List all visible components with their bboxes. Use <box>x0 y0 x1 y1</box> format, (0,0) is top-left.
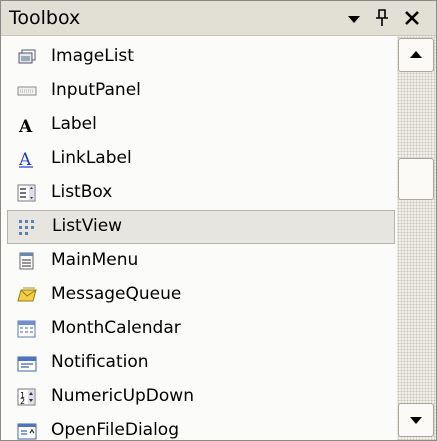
toolbox-titlebar: Toolbox <box>1 1 436 36</box>
list-item-notification[interactable]: Notification <box>1 346 395 380</box>
dropdown-button[interactable] <box>341 4 367 32</box>
label-icon: A <box>18 117 33 134</box>
item-label: LinkLabel <box>51 148 132 168</box>
item-label: NumericUpDown <box>51 386 194 406</box>
list-item-mainmenu[interactable]: MainMenu <box>1 244 395 278</box>
toolbox-title: Toolbox <box>9 7 81 29</box>
scroll-down-button[interactable] <box>398 403 434 437</box>
scroll-thumb[interactable] <box>398 158 434 200</box>
chevron-down-icon <box>348 16 360 23</box>
list-item-linklabel[interactable]: A LinkLabel <box>1 142 395 176</box>
scroll-down-arrow-icon <box>410 417 422 424</box>
item-label: OpenFileDialog <box>51 420 179 440</box>
item-label: ListView <box>52 216 123 236</box>
close-icon <box>405 11 419 25</box>
list-item-monthcalendar[interactable]: MonthCalendar <box>1 312 395 346</box>
numericupdown-icon: 12 <box>17 388 36 406</box>
openfiledialog-icon <box>17 423 37 440</box>
vertical-scrollbar[interactable] <box>397 36 436 440</box>
svg-text:A: A <box>18 150 32 168</box>
scroll-up-button[interactable] <box>398 38 434 72</box>
item-label: Notification <box>51 352 149 372</box>
item-label: MessageQueue <box>51 284 182 304</box>
listbox-icon <box>17 184 36 202</box>
item-label: ListBox <box>51 182 113 202</box>
svg-text:2: 2 <box>20 397 25 406</box>
list-item-label[interactable]: A Label <box>1 108 395 142</box>
item-label: MainMenu <box>51 250 139 270</box>
scroll-up-arrow-icon <box>410 51 422 58</box>
list-item-messagequeue[interactable]: MessageQueue <box>1 278 395 312</box>
item-label: Label <box>51 114 97 134</box>
list-item-listbox[interactable]: ListBox <box>1 176 395 210</box>
item-label: ImageList <box>51 46 134 66</box>
toolbox-list: ImageList InputPanel A Label A LinkLabel… <box>1 36 397 440</box>
toolbox-window: Toolbox ImageList InputPanel A Label A L… <box>0 0 437 441</box>
monthcalendar-icon <box>17 320 36 338</box>
linklabel-icon: A <box>18 150 33 168</box>
messagequeue-icon <box>17 287 37 302</box>
close-button[interactable] <box>399 4 425 32</box>
pin-button[interactable] <box>369 4 395 32</box>
inputpanel-icon <box>17 86 37 96</box>
list-item-listview[interactable]: ListView <box>7 210 395 244</box>
item-label: InputPanel <box>51 80 141 100</box>
list-item-imagelist[interactable]: ImageList <box>1 40 395 74</box>
item-label: MonthCalendar <box>51 318 181 338</box>
imagelist-icon <box>18 49 36 64</box>
list-item-numericupdown[interactable]: 12 NumericUpDown <box>1 380 395 414</box>
listview-icon <box>19 220 34 235</box>
list-item-openfiledialog[interactable]: OpenFileDialog <box>1 414 395 440</box>
notification-icon <box>17 356 37 372</box>
pin-icon <box>376 9 388 26</box>
svg-text:A: A <box>18 117 33 134</box>
mainmenu-icon <box>19 252 34 270</box>
list-item-inputpanel[interactable]: InputPanel <box>1 74 395 108</box>
